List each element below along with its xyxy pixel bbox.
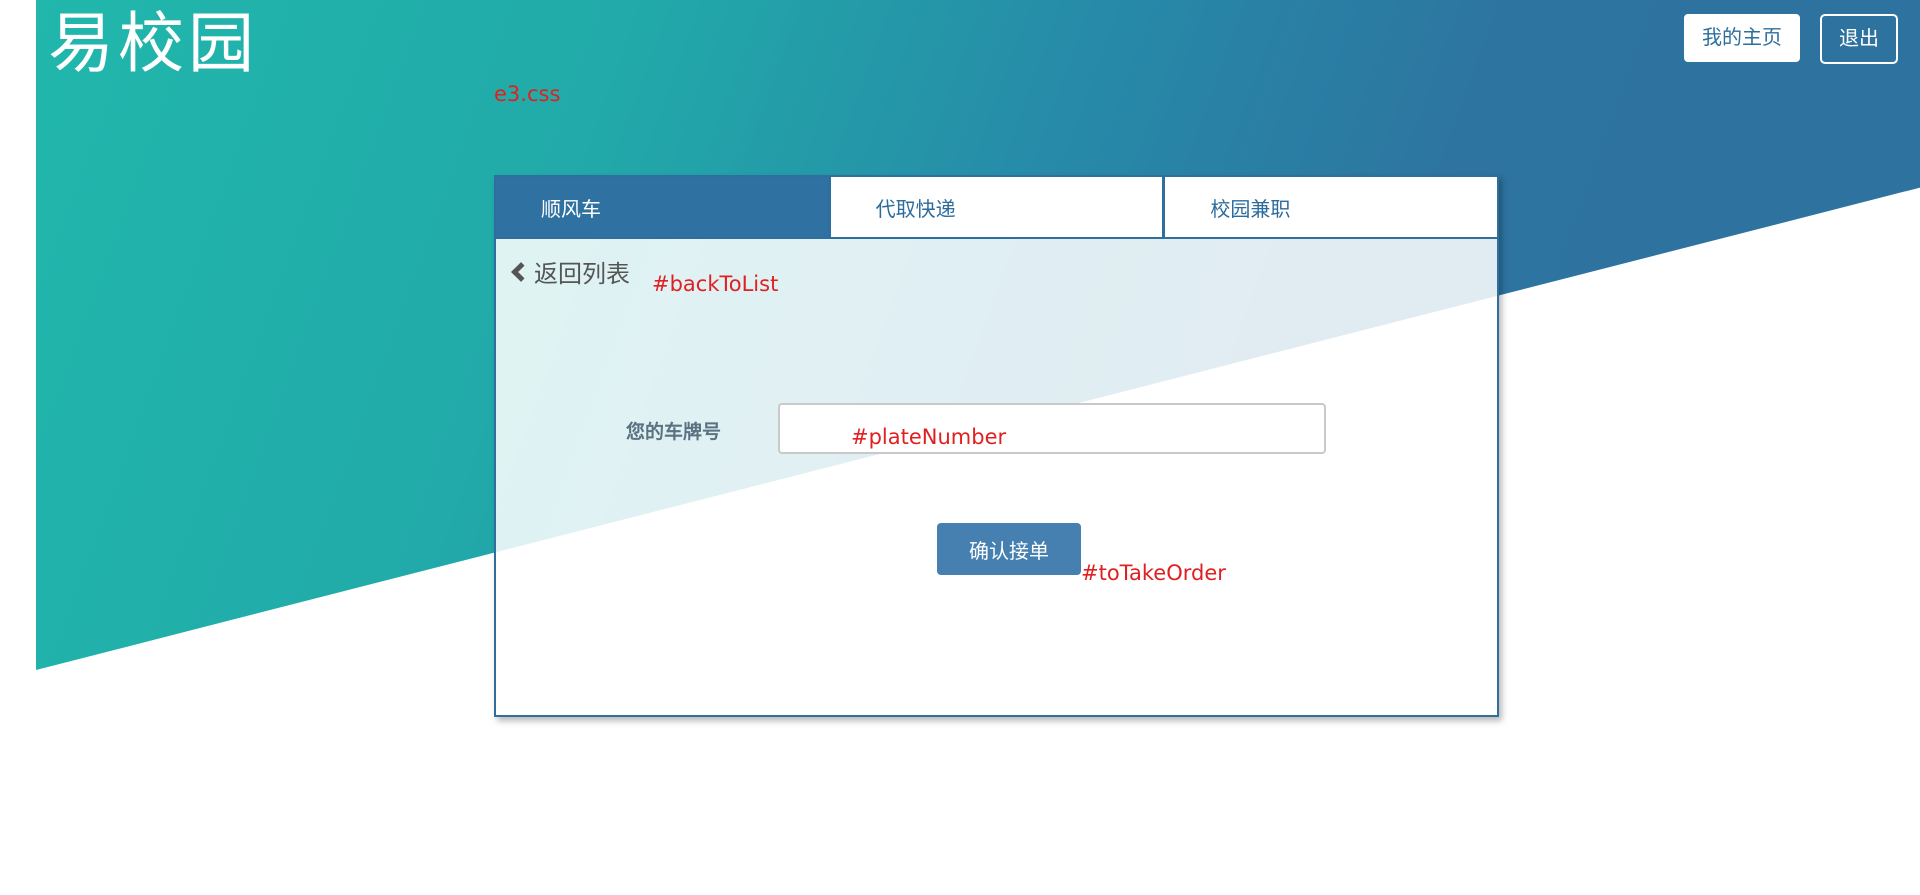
panel-body [496, 239, 1497, 715]
back-id-annotation: #backToList [652, 272, 779, 296]
logo: 易校园 [48, 4, 258, 84]
my-home-button[interactable]: 我的主页 [1684, 14, 1800, 62]
tab-label: 顺风车 [541, 196, 601, 221]
tab-express-pickup[interactable]: 代取快递 [830, 177, 1166, 237]
header-actions: 我的主页 退出 [1684, 14, 1898, 64]
confirm-order-button[interactable]: 确认接单 [937, 523, 1081, 575]
plate-id-annotation: #plateNumber [851, 425, 1007, 449]
take-order-id-annotation: #toTakeOrder [1081, 561, 1226, 585]
page: 易校园 我的主页 退出 e3.css 顺风车 代取快递 校园兼职 返回列表 您的… [0, 0, 1920, 895]
back-to-list-link[interactable]: 返回列表 [510, 254, 630, 289]
back-to-list-label: 返回列表 [534, 260, 630, 288]
tab-campus-jobs[interactable]: 校园兼职 [1165, 177, 1498, 237]
tab-label: 代取快递 [875, 196, 956, 221]
tab-bar: 顺风车 代取快递 校园兼职 [496, 177, 1498, 239]
plate-number-label: 您的车牌号 [626, 421, 722, 443]
tab-ride-share[interactable]: 顺风车 [496, 177, 831, 237]
css-file-annotation: e3.css [494, 82, 561, 106]
tab-label: 校园兼职 [1210, 196, 1291, 221]
chevron-left-icon [511, 261, 531, 282]
logo-text: 易校园 [48, 5, 258, 82]
logout-button[interactable]: 退出 [1820, 14, 1898, 64]
